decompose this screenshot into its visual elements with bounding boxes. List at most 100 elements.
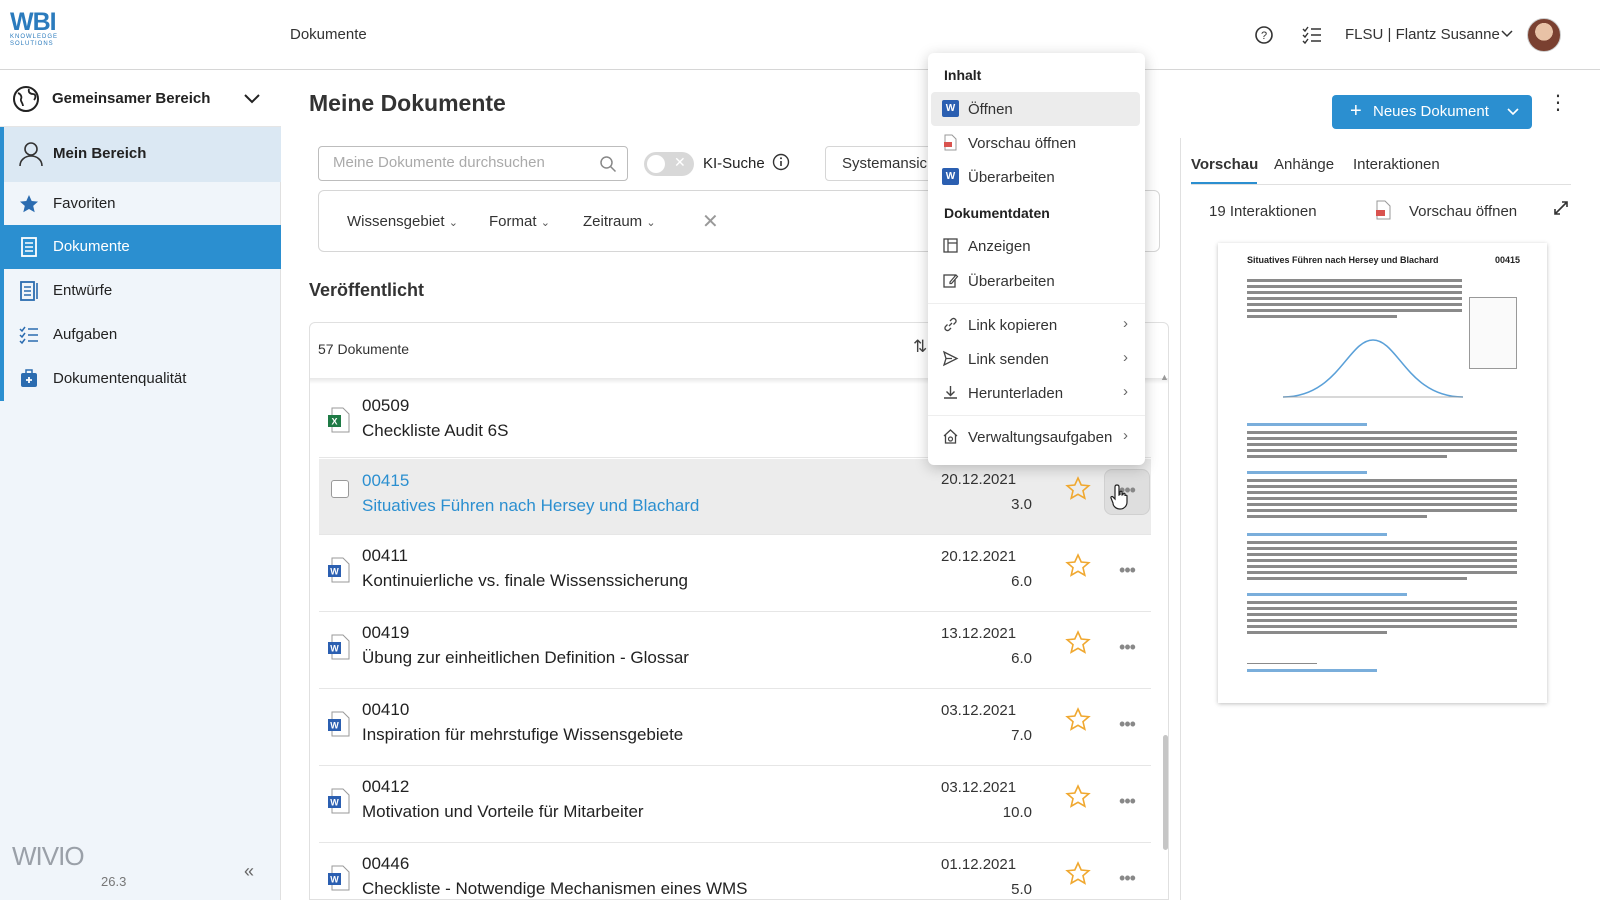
avatar[interactable] (1527, 18, 1561, 52)
menu-item-open-preview[interactable]: Vorschau öffnen (931, 126, 1140, 160)
word-file-icon: W (328, 557, 350, 583)
filter-wissensgebiet[interactable]: Wissensgebiet ⌄ (347, 213, 458, 230)
doc-title[interactable]: Übung zur einheitlichen Definition - Glo… (362, 648, 689, 668)
tab-vorschau[interactable]: Vorschau (1191, 156, 1258, 173)
document-preview-thumbnail[interactable]: Situatives Führen nach Hersey und Blacha… (1218, 243, 1547, 703)
doc-title[interactable]: Motivation und Vorteile für Mitarbeiter (362, 802, 644, 822)
doc-date: 20.12.2021 (941, 471, 1017, 488)
wivio-logo: WIVIO (12, 841, 85, 871)
doc-version: 10.0 (1002, 804, 1032, 821)
sidebar-item-dokumentenqualitaet[interactable]: Dokumentenqualität (0, 357, 281, 401)
page-title: Meine Dokumente (309, 90, 506, 116)
book-cover-image (1469, 297, 1517, 369)
more-options-button[interactable]: ••• (1104, 781, 1150, 827)
table-row[interactable]: W 00446 Checkliste - Notwendige Mechanis… (319, 844, 1151, 899)
favorite-star-icon[interactable] (1065, 784, 1091, 810)
interactions-count[interactable]: 19 Interaktionen (1209, 203, 1317, 220)
list-scrollbar[interactable] (1163, 735, 1168, 850)
doc-title[interactable]: Checkliste - Notwendige Mechanismen eine… (362, 879, 748, 899)
search-input[interactable] (333, 154, 583, 171)
system-view-dropdown[interactable]: Systemansicht (825, 146, 945, 181)
tab-interaktionen[interactable]: Interaktionen (1353, 156, 1440, 173)
menu-item-edit-data[interactable]: Überarbeiten (931, 264, 1140, 298)
menu-item-show[interactable]: Anzeigen (931, 229, 1140, 263)
doc-version: 7.0 (1011, 727, 1032, 744)
favorite-star-icon[interactable] (1065, 476, 1091, 502)
search-field[interactable] (318, 146, 628, 181)
info-icon[interactable] (772, 153, 790, 171)
table-row[interactable]: W 00419 Übung zur einheitlichen Definiti… (319, 613, 1151, 689)
word-file-icon: W (328, 865, 350, 891)
doc-title[interactable]: Inspiration für mehrstufige Wissensgebie… (362, 725, 683, 745)
search-icon[interactable] (599, 155, 617, 173)
excel-file-icon: X (328, 407, 350, 433)
doc-number: 00446 (362, 854, 410, 873)
favorite-star-icon[interactable] (1065, 553, 1091, 579)
kebab-menu-icon[interactable]: ⋮ (1548, 93, 1568, 113)
sidebar-item-dokumente[interactable]: Dokumente (0, 225, 281, 269)
menu-item-admin[interactable]: Verwaltungsaufgaben › (931, 420, 1140, 454)
sidebar-item-entwuerfe[interactable]: Entwürfe (0, 269, 281, 313)
pdf-file-icon (1376, 200, 1391, 220)
admin-icon (943, 429, 958, 444)
chevron-down-icon[interactable] (242, 89, 262, 109)
new-document-button[interactable]: + Neues Dokument (1332, 95, 1532, 129)
tasks-list-icon[interactable] (1301, 24, 1323, 46)
user-menu[interactable]: FLSU | Flantz Susanne (1345, 26, 1500, 43)
collapse-sidebar-icon[interactable]: « (244, 861, 254, 882)
more-options-button[interactable]: ••• (1104, 704, 1150, 750)
help-icon[interactable]: ? (1253, 24, 1275, 46)
download-icon (944, 386, 957, 399)
table-row[interactable]: W 00411 Kontinuierliche vs. finale Wisse… (319, 536, 1151, 612)
menu-item-copy-link[interactable]: Link kopieren › (931, 308, 1140, 342)
chevron-right-icon: › (1123, 427, 1128, 444)
edit-icon (943, 274, 959, 288)
sidebar-item-favoriten[interactable]: Favoriten (0, 182, 281, 226)
sort-icon[interactable]: ⇅ (913, 337, 927, 357)
more-options-button[interactable]: ••• (1104, 627, 1150, 673)
favorite-star-icon[interactable] (1065, 861, 1091, 887)
word-icon: W (942, 168, 959, 185)
preview-doc-title: Situatives Führen nach Hersey und Blacha… (1247, 255, 1439, 265)
chevron-down-icon[interactable] (1500, 26, 1514, 40)
clear-filter-icon[interactable]: ✕ (702, 209, 719, 234)
area-switch[interactable]: Gemeinsamer Bereich (0, 71, 281, 127)
table-row[interactable]: 00415 Situatives Führen nach Hersey und … (319, 459, 1151, 535)
tasks-icon (19, 326, 38, 345)
doc-title[interactable]: Kontinuierliche vs. finale Wissenssicher… (362, 571, 688, 591)
tab-anhaenge[interactable]: Anhänge (1274, 156, 1334, 173)
favorite-star-icon[interactable] (1065, 630, 1091, 656)
ki-search-toggle[interactable]: ✕ (644, 152, 694, 176)
more-options-button[interactable]: ••• (1104, 858, 1150, 899)
word-file-icon: W (328, 634, 350, 660)
expand-icon[interactable] (1552, 199, 1570, 217)
sidebar-item-mein-bereich[interactable]: Mein Bereich (0, 127, 281, 182)
link-icon (944, 317, 957, 332)
chevron-down-icon (1507, 108, 1519, 116)
table-row[interactable]: W 00412 Motivation und Vorteile für Mita… (319, 767, 1151, 843)
row-checkbox[interactable] (331, 480, 349, 498)
open-preview-link[interactable]: Vorschau öffnen (1409, 203, 1517, 220)
star-icon (20, 195, 38, 213)
word-icon: W (942, 100, 959, 117)
doc-number: 00411 (362, 546, 409, 565)
close-icon: ✕ (674, 154, 686, 170)
table-row[interactable]: W 00410 Inspiration für mehrstufige Wiss… (319, 690, 1151, 766)
doc-title[interactable]: Situatives Führen nach Hersey und Blacha… (362, 496, 699, 516)
sidebar-item-aufgaben[interactable]: Aufgaben (0, 313, 281, 357)
menu-item-open[interactable]: W Öffnen (931, 92, 1140, 126)
favorite-star-icon[interactable] (1065, 707, 1091, 733)
filter-format[interactable]: Format ⌄ (489, 213, 550, 230)
filter-zeitraum[interactable]: Zeitraum ⌄ (583, 213, 656, 230)
more-options-button[interactable]: ••• (1104, 550, 1150, 596)
svg-text:?: ? (1261, 30, 1267, 42)
doc-title[interactable]: Checkliste Audit 6S (362, 421, 508, 441)
menu-item-send-link[interactable]: Link senden › (931, 342, 1140, 376)
menu-item-download[interactable]: Herunterladen › (931, 376, 1140, 410)
doc-version: 6.0 (1011, 650, 1032, 667)
menu-item-edit[interactable]: W Überarbeiten (931, 160, 1140, 194)
scroll-up-arrow[interactable]: ▲ (1160, 372, 1169, 382)
chevron-right-icon: › (1123, 383, 1128, 400)
document-icon (21, 237, 37, 257)
wbi-logo[interactable]: WBI KNOWLEDGE SOLUTIONS (10, 10, 70, 58)
